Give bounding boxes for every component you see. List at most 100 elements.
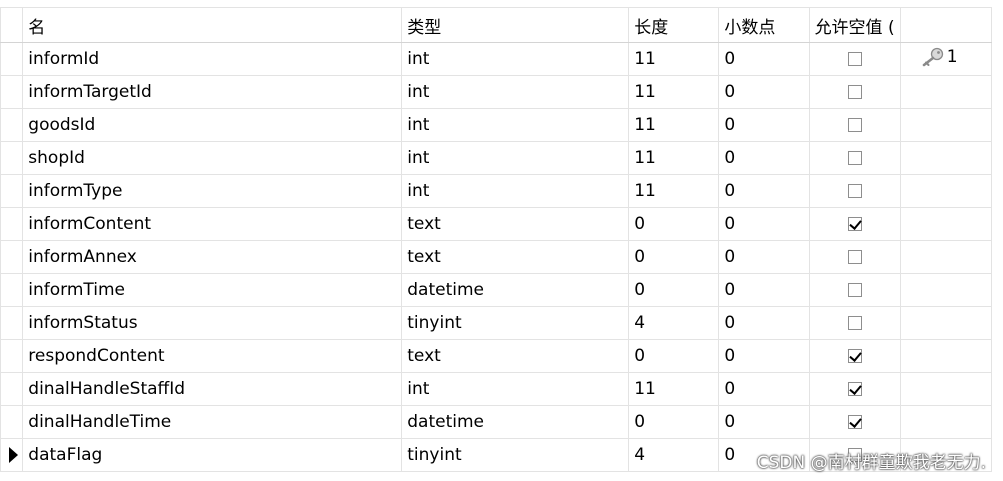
field-length-cell[interactable]: 0 (628, 273, 720, 307)
table-row[interactable]: informStatus tinyint 4 0 (0, 306, 993, 340)
row-selector[interactable] (0, 273, 24, 307)
allow-null-checkbox[interactable] (847, 349, 862, 363)
field-decimals-cell[interactable]: 0 (718, 108, 810, 142)
field-decimals-cell[interactable]: 0 (718, 207, 810, 241)
allow-null-checkbox[interactable] (847, 316, 862, 330)
field-length-cell[interactable]: 0 (628, 339, 720, 373)
column-header-length[interactable]: 长度 (628, 7, 720, 43)
row-selector[interactable] (0, 42, 24, 76)
row-selector[interactable] (0, 108, 24, 142)
table-row[interactable]: informContent text 0 0 (0, 207, 993, 241)
field-decimals-cell[interactable]: 0 (718, 42, 810, 76)
field-name-cell[interactable]: informId (22, 42, 403, 76)
key-cell[interactable] (899, 174, 993, 208)
row-selector[interactable] (0, 306, 24, 340)
field-decimals-cell[interactable]: 0 (718, 141, 810, 175)
field-decimals-cell[interactable]: 0 (718, 240, 810, 274)
row-selector[interactable] (0, 75, 24, 109)
key-cell[interactable] (899, 207, 993, 241)
field-type-cell[interactable]: int (401, 108, 630, 142)
field-type-cell[interactable]: int (401, 75, 630, 109)
field-name-cell[interactable]: goodsId (22, 108, 403, 142)
row-selector[interactable] (0, 339, 24, 373)
field-length-cell[interactable]: 11 (628, 174, 720, 208)
field-type-cell[interactable]: int (401, 174, 630, 208)
field-type-cell[interactable]: tinyint (401, 438, 630, 472)
column-header-key[interactable] (899, 7, 993, 43)
column-header-type[interactable]: 类型 (401, 7, 630, 43)
field-length-cell[interactable]: 0 (628, 240, 720, 274)
allow-null-checkbox[interactable] (847, 250, 862, 264)
table-row[interactable]: dinalHandleStaffId int 11 0 (0, 372, 993, 406)
table-row[interactable]: goodsId int 11 0 (0, 108, 993, 142)
row-selector[interactable] (0, 372, 24, 406)
field-type-cell[interactable]: text (401, 240, 630, 274)
field-name-cell[interactable]: shopId (22, 141, 403, 175)
key-cell[interactable] (899, 372, 993, 406)
key-cell[interactable] (899, 405, 993, 439)
field-type-cell[interactable]: int (401, 141, 630, 175)
table-row[interactable]: informId int 11 0 1 (0, 42, 993, 76)
key-cell[interactable] (899, 273, 993, 307)
table-row[interactable]: dinalHandleTime datetime 0 0 (0, 405, 993, 439)
field-type-cell[interactable]: text (401, 207, 630, 241)
allow-null-checkbox[interactable] (847, 184, 862, 198)
field-length-cell[interactable]: 11 (628, 75, 720, 109)
field-name-cell[interactable]: informTargetId (22, 75, 403, 109)
field-name-cell[interactable]: dataFlag (22, 438, 403, 472)
field-decimals-cell[interactable]: 0 (718, 75, 810, 109)
field-name-cell[interactable]: dinalHandleTime (22, 405, 403, 439)
row-selector[interactable] (0, 240, 24, 274)
field-name-cell[interactable]: informAnnex (22, 240, 403, 274)
key-cell[interactable]: 1 (899, 42, 993, 76)
table-row[interactable]: informTargetId int 11 0 (0, 75, 993, 109)
row-selector[interactable] (0, 207, 24, 241)
field-length-cell[interactable]: 0 (628, 405, 720, 439)
field-length-cell[interactable]: 4 (628, 306, 720, 340)
field-name-cell[interactable]: informType (22, 174, 403, 208)
column-header-name[interactable]: 名 (22, 7, 403, 43)
allow-null-checkbox[interactable] (847, 151, 862, 165)
allow-null-checkbox[interactable] (847, 382, 862, 396)
allow-null-checkbox[interactable] (847, 118, 862, 132)
field-length-cell[interactable]: 11 (628, 108, 720, 142)
key-cell[interactable] (899, 240, 993, 274)
row-selector[interactable] (0, 141, 24, 175)
field-length-cell[interactable]: 0 (628, 207, 720, 241)
key-cell[interactable] (899, 306, 993, 340)
field-name-cell[interactable]: respondContent (22, 339, 403, 373)
field-decimals-cell[interactable]: 0 (718, 273, 810, 307)
field-name-cell[interactable]: informTime (22, 273, 403, 307)
field-type-cell[interactable]: text (401, 339, 630, 373)
field-decimals-cell[interactable]: 0 (718, 405, 810, 439)
field-name-cell[interactable]: informContent (22, 207, 403, 241)
key-cell[interactable] (899, 141, 993, 175)
key-cell[interactable] (899, 339, 993, 373)
field-length-cell[interactable]: 4 (628, 438, 720, 472)
field-type-cell[interactable]: tinyint (401, 306, 630, 340)
field-type-cell[interactable]: int (401, 372, 630, 406)
table-row[interactable]: respondContent text 0 0 (0, 339, 993, 373)
table-row[interactable]: informTime datetime 0 0 (0, 273, 993, 307)
allow-null-checkbox[interactable] (847, 52, 862, 66)
field-length-cell[interactable]: 11 (628, 372, 720, 406)
field-type-cell[interactable]: datetime (401, 273, 630, 307)
field-type-cell[interactable]: int (401, 42, 630, 76)
row-selector[interactable] (0, 174, 24, 208)
table-row[interactable]: informAnnex text 0 0 (0, 240, 993, 274)
field-decimals-cell[interactable]: 0 (718, 174, 810, 208)
column-header-allow-null[interactable]: 允许空值 ( (808, 7, 901, 43)
field-decimals-cell[interactable]: 0 (718, 339, 810, 373)
row-selector[interactable] (0, 438, 24, 472)
key-cell[interactable] (899, 75, 993, 109)
field-decimals-cell[interactable]: 0 (718, 306, 810, 340)
allow-null-checkbox[interactable] (847, 283, 862, 297)
field-length-cell[interactable]: 11 (628, 141, 720, 175)
row-selector[interactable] (0, 405, 24, 439)
table-row[interactable]: shopId int 11 0 (0, 141, 993, 175)
allow-null-checkbox[interactable] (847, 415, 862, 429)
allow-null-checkbox[interactable] (847, 217, 862, 231)
field-type-cell[interactable]: datetime (401, 405, 630, 439)
field-length-cell[interactable]: 11 (628, 42, 720, 76)
field-decimals-cell[interactable]: 0 (718, 372, 810, 406)
